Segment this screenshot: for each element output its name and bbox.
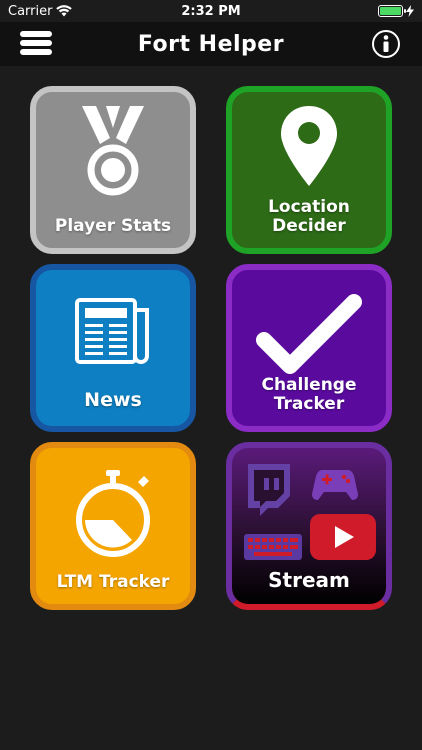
tile-label: Location Decider [268,197,350,236]
player-stats-tile[interactable]: Player Stats [30,86,196,254]
menu-bar [20,40,52,46]
tile-label: Player Stats [54,216,172,236]
challenge-tracker-tile[interactable]: Challenge Tracker [226,264,392,432]
info-glyph [383,35,389,52]
checkmark-icon [232,282,386,378]
carrier-label: Carrier [8,3,53,19]
stopwatch-icon [36,460,190,558]
page-title: Fort Helper [137,31,285,57]
info-icon[interactable] [372,30,400,58]
tile-label: Stream [268,568,350,592]
battery-icon [378,5,406,17]
status-bar: Carrier 2:32 PM [0,0,422,22]
status-bar-left: Carrier [8,3,73,19]
ltm-tracker-tile[interactable]: LTM Tracker [30,442,196,610]
tile-label: Challenge Tracker [261,375,357,414]
streaming-icons [232,456,386,562]
youtube-icon [310,514,376,560]
gamepad-icon [312,470,358,500]
map-pin-icon [232,104,386,188]
stream-tile[interactable]: Stream [226,442,392,610]
status-bar-right [378,5,414,17]
tile-label: News [84,389,142,411]
twitch-icon [248,464,290,516]
wifi-icon [56,5,73,17]
nav-bar: Fort Helper [0,22,422,66]
location-decider-tile[interactable]: Location Decider [226,86,392,254]
newspaper-icon [36,282,190,366]
menu-bar [20,49,52,55]
news-tile[interactable]: News [30,264,196,432]
tile-label: LTM Tracker [56,572,170,592]
keyboard-icon [244,534,302,560]
menu-bar [20,31,52,37]
charging-bolt-icon [406,5,414,17]
medal-icon [36,104,190,196]
battery-level [380,7,401,15]
hamburger-menu-icon[interactable] [20,28,52,58]
